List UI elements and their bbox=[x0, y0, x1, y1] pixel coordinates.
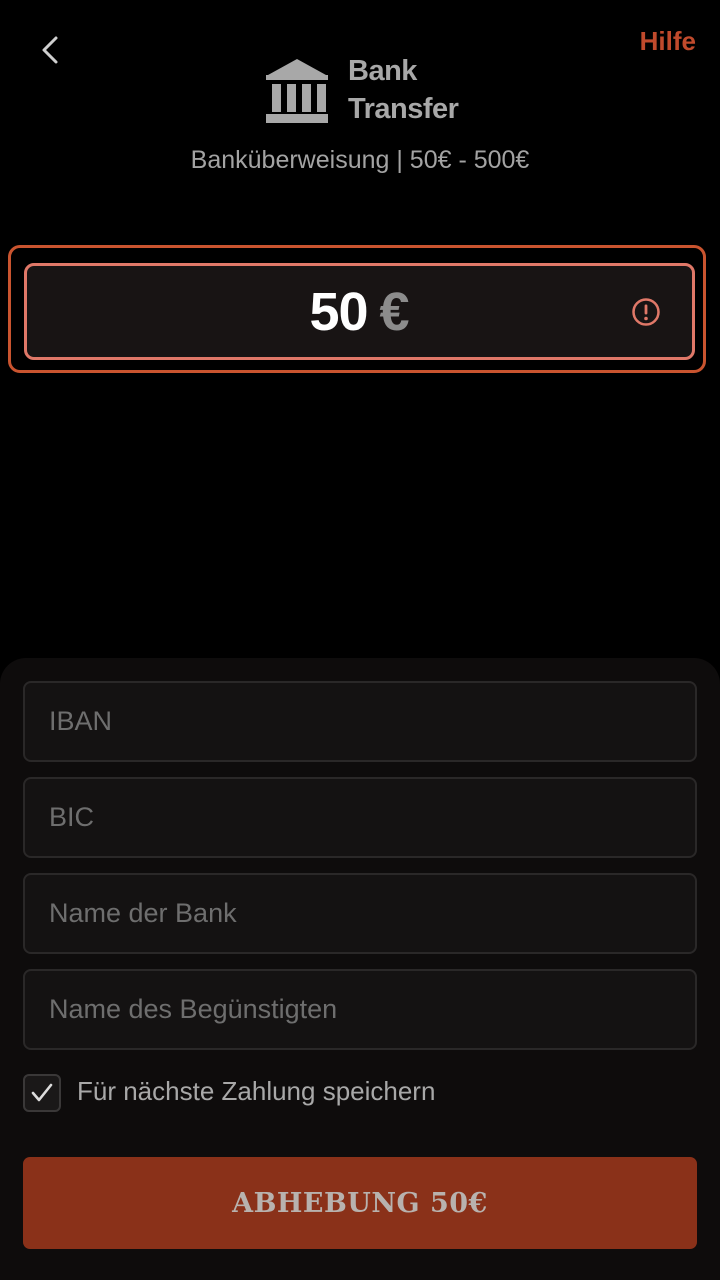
amount-value: 50 bbox=[309, 281, 368, 342]
alert-circle-icon bbox=[632, 298, 660, 326]
bank-name-field[interactable]: Name der Bank bbox=[23, 873, 697, 954]
save-payment-label: Für nächste Zahlung speichern bbox=[77, 1076, 436, 1106]
brand-name-line2: Transfer bbox=[348, 93, 459, 125]
beneficiary-placeholder: Name des Begünstigten bbox=[49, 994, 338, 1024]
save-payment-checkbox[interactable] bbox=[23, 1074, 61, 1112]
bank-name-placeholder: Name der Bank bbox=[49, 898, 237, 928]
iban-placeholder: IBAN bbox=[49, 706, 113, 736]
amount-input[interactable]: 50 € bbox=[24, 263, 695, 360]
withdraw-button[interactable]: ABHEBUNG 50€ bbox=[23, 1157, 697, 1249]
brand-name: Bank Transfer bbox=[348, 52, 459, 128]
bic-placeholder: BIC bbox=[49, 802, 95, 832]
back-button[interactable] bbox=[30, 28, 70, 72]
chevron-left-icon bbox=[42, 36, 58, 64]
brand-logo: Bank Transfer bbox=[264, 52, 459, 128]
withdraw-button-label: ABHEBUNG 50€ bbox=[232, 1187, 488, 1219]
payment-method-subtitle: Banküberweisung | 50€ - 500€ bbox=[190, 146, 530, 174]
amount-currency: € bbox=[379, 281, 410, 342]
beneficiary-name-field[interactable]: Name des Begünstigten bbox=[23, 969, 697, 1050]
brand-name-line1: Bank bbox=[348, 55, 417, 87]
bic-field[interactable]: BIC bbox=[23, 777, 697, 858]
iban-field[interactable]: IBAN bbox=[23, 681, 697, 762]
checkmark-icon bbox=[31, 1083, 53, 1102]
help-link[interactable]: Hilfe bbox=[640, 26, 696, 57]
bank-building-icon bbox=[266, 59, 328, 123]
